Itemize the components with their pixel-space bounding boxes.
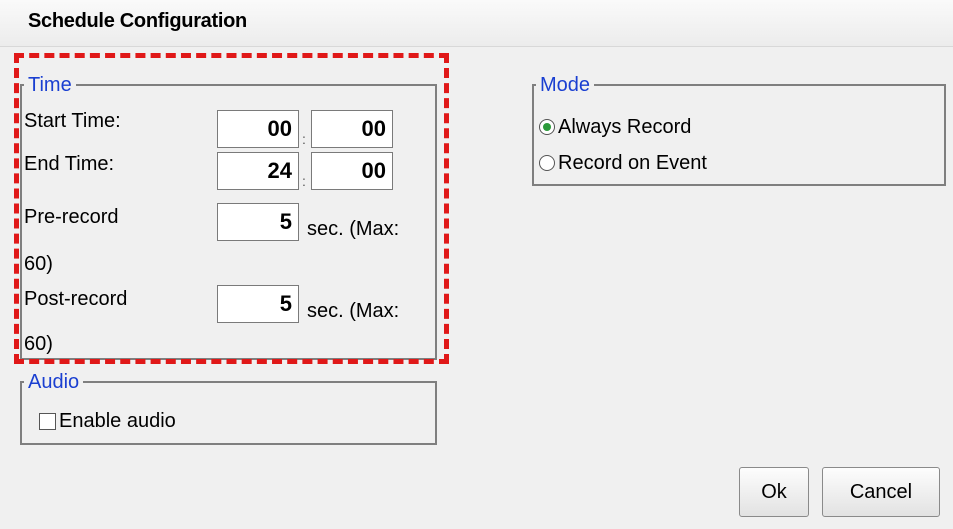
post-record-suffix: sec. (Max: [307,300,400,322]
time-legend: Time [28,74,72,96]
start-minute-input[interactable]: 00 [311,110,393,148]
post-record-input[interactable]: 5 [217,285,299,323]
end-time-label: End Time: [24,153,115,175]
start-hour-input[interactable]: 00 [217,110,299,148]
start-time-separator: : [302,131,306,147]
always-record-radio[interactable] [539,119,555,135]
end-minute-input[interactable]: 00 [311,152,393,190]
schedule-configuration-dialog: Schedule Configuration Time Start Time: … [0,0,953,529]
post-record-label: Post-record [24,288,128,310]
audio-legend: Audio [28,371,80,393]
always-record-label[interactable]: Always Record [558,116,691,138]
end-hour-input[interactable]: 24 [217,152,299,190]
dialog-title: Schedule Configuration [28,10,247,32]
enable-audio-checkbox[interactable] [39,413,56,430]
ok-button[interactable]: Ok [739,467,809,517]
mode-legend: Mode [540,74,591,96]
record-on-event-label[interactable]: Record on Event [558,152,707,174]
cancel-button[interactable]: Cancel [822,467,940,517]
post-record-max-wrap: 60) [24,333,53,355]
end-time-separator: : [302,173,306,189]
start-time-label: Start Time: [24,110,121,132]
pre-record-input[interactable]: 5 [217,203,299,241]
title-bar: Schedule Configuration [0,0,953,47]
record-on-event-radio[interactable] [539,155,555,171]
pre-record-max-wrap: 60) [24,253,53,275]
pre-record-suffix: sec. (Max: [307,218,400,240]
audio-group: Audio [20,372,437,445]
enable-audio-label[interactable]: Enable audio [59,410,176,432]
pre-record-label: Pre-record [24,206,119,228]
